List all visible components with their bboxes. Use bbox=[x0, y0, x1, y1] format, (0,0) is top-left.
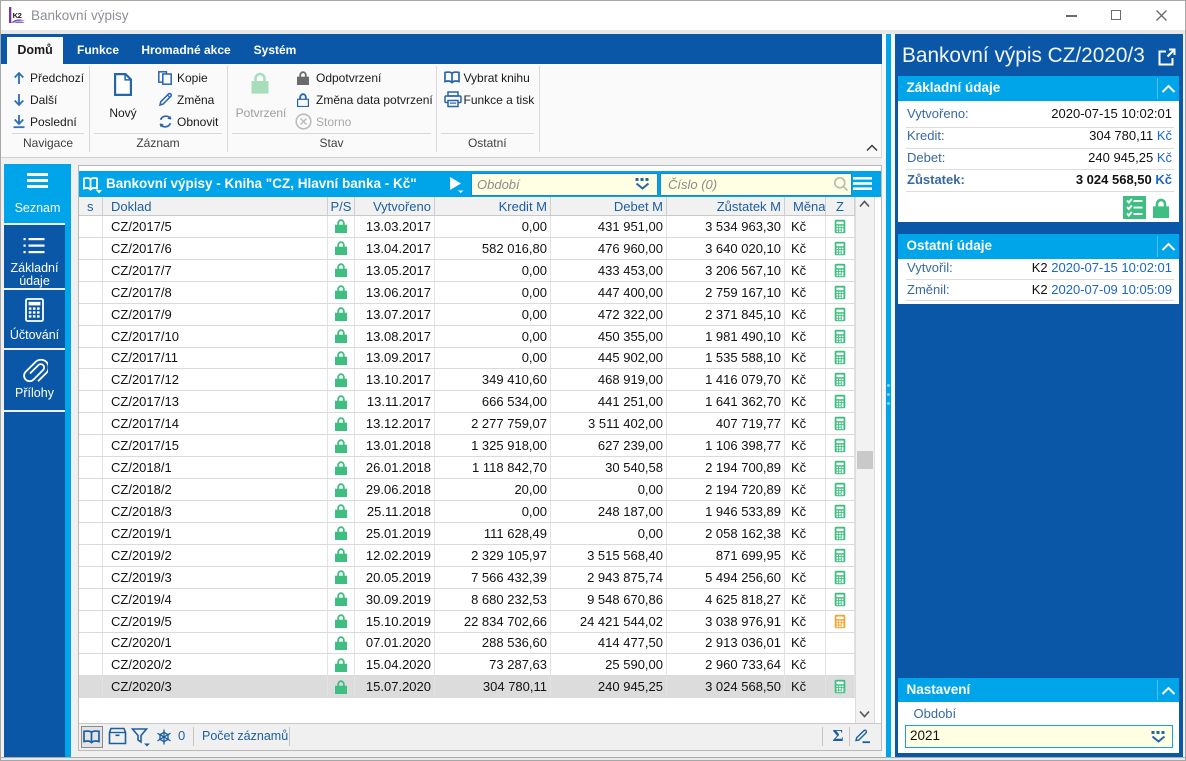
svg-text:K2: K2 bbox=[13, 11, 22, 20]
